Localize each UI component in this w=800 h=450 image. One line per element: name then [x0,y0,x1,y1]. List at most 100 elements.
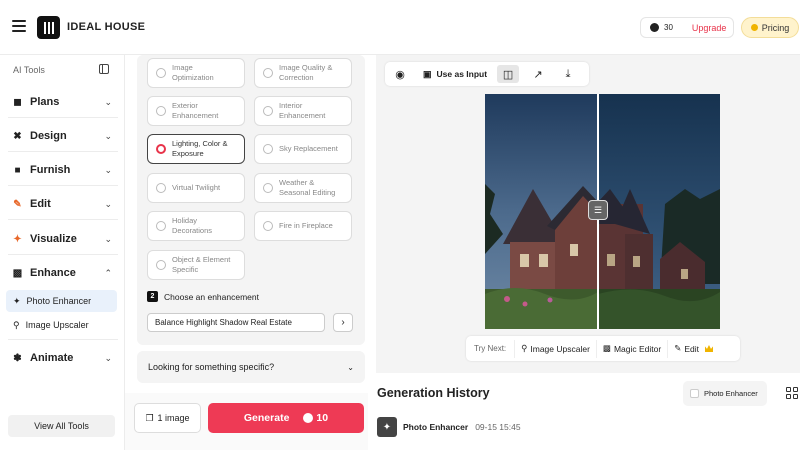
option-label: Object & Element [172,255,231,264]
diamond-icon [750,24,758,31]
try-image-upscaler-button[interactable]: ⚲ Image Upscaler [514,339,596,358]
sidebar-subitem-photo-enhancer[interactable]: ✦ Photo Enhancer [6,290,117,312]
option-object-element[interactable]: Object & Element Specific [147,250,245,280]
sidebar-subitem-image-upscaler[interactable]: ⚲ Image Upscaler [6,314,117,336]
pricing-button[interactable]: Pricing [741,17,799,38]
view-all-tools-button[interactable]: View All Tools [8,415,115,437]
eye-icon[interactable]: ◉ [389,65,411,83]
zoom-icon: ⚲ [13,319,20,330]
download-icon[interactable]: ⤓ [557,65,579,83]
brand-name: IDEAL HOUSE [67,21,146,33]
chevron-right-icon[interactable]: › [333,313,353,332]
option-label: Correction [279,73,314,82]
sidebar-item-furnish[interactable]: ■ Furnish ⌄ [12,161,112,179]
step-heading: 2 Choose an enhancement [147,291,259,302]
option-image-optimization[interactable]: Image Optimization [147,58,245,88]
magic-editor-icon: ▩ [602,343,611,353]
collapse-sidebar-icon[interactable] [99,64,109,74]
radio-button[interactable] [263,183,273,193]
option-fire-in-fireplace[interactable]: Fire in Fireplace [254,211,352,241]
option-image-quality[interactable]: Image Quality & Correction [254,58,352,88]
option-weather-seasonal[interactable]: Weather & Seasonal Editing [254,173,352,203]
divider [8,151,118,152]
upgrade-link[interactable]: Upgrade [692,23,727,33]
open-external-icon[interactable]: ↗ [527,65,549,83]
option-sky-replacement[interactable]: Sky Replacement [254,134,352,164]
option-virtual-twilight[interactable]: Virtual Twilight [147,173,245,203]
option-exterior-enhancement[interactable]: Exterior Enhancement [147,96,245,126]
try-next-bar: Try Next: ⚲ Image Upscaler ▩ Magic Edito… [466,336,740,361]
radio-button[interactable] [156,183,166,193]
sidebar-item-label: Enhance [30,267,76,279]
radio-button[interactable] [263,144,273,154]
generate-button[interactable]: Generate 10 [208,403,364,433]
option-label: Lighting, Color & [172,139,228,148]
radio-button[interactable] [156,221,166,231]
grid-view-icon[interactable] [786,387,798,399]
radio-button-selected[interactable] [156,144,166,154]
option-label: Weather & [279,178,315,187]
try-next-item-label: Magic Editor [613,343,662,354]
chevron-down-icon: ⌄ [104,352,112,363]
option-label: Enhancement [279,111,326,120]
try-magic-editor-button[interactable]: ▩ Magic Editor [595,339,667,358]
chevron-down-icon: ⌄ [104,198,112,209]
option-holiday-decorations[interactable]: Holiday Decorations [147,211,245,241]
crown-icon [704,345,713,352]
sidebar-item-label: Visualize [30,233,77,245]
enhancement-select[interactable]: Balance Highlight Shadow Real Estate [147,313,325,332]
sidebar-item-animate[interactable]: ✽ Animate ⌄ [12,349,112,367]
sidebar-item-design[interactable]: ✖ Design ⌄ [12,127,112,145]
use-as-input-label: Use as Input [436,69,488,79]
try-next-label: Try Next: [474,344,507,353]
divider [8,339,118,340]
option-label: Exposure [172,149,204,158]
enhancement-options-panel: Image Optimization Image Quality & Correct… [137,55,365,345]
radio-button[interactable] [263,221,273,231]
radio-button[interactable] [156,106,166,116]
sidebar-item-enhance[interactable]: ▩ Enhance ⌃ [12,264,112,282]
edit-icon: ✎ [13,198,22,210]
sidebar-item-plans[interactable]: ◼ Plans ⌄ [12,93,112,111]
generation-history-title: Generation History [377,386,490,400]
image-input-icon: ▣ [423,68,432,79]
radio-button[interactable] [156,68,166,78]
images-icon: ❐ [145,412,154,423]
sidebar-item-edit[interactable]: ✎ Edit ⌄ [12,195,112,213]
history-entry[interactable]: ✦ Photo Enhancer 09-15 15:45 [377,417,521,437]
option-label: Image [172,63,193,72]
credits-badge[interactable]: 30 Upgrade [640,17,734,38]
option-label: Optimization [172,73,214,82]
radio-button[interactable] [263,68,273,78]
menu-icon[interactable] [12,20,26,32]
option-label: Virtual Twilight [172,183,221,192]
magic-wand-icon: ✦ [13,295,21,306]
option-label: Enhancement [172,111,219,120]
checkbox[interactable] [690,389,699,398]
option-label: Exterior [172,101,198,110]
image-count-label: 1 image [157,413,190,423]
try-next-item-label: Edit [684,343,699,354]
compare-icon[interactable]: ◫ [497,65,520,83]
compare-slider-handle[interactable]: ☰ [588,200,608,220]
radio-button[interactable] [156,260,166,270]
animate-icon: ✽ [13,352,22,364]
magic-wand-icon: ✦ [377,417,397,437]
credits-count: 30 [664,23,673,32]
sidebar-item-visualize[interactable]: ✦ Visualize ⌄ [12,230,112,248]
option-label: Seasonal Editing [279,188,336,197]
enhance-icon: ▩ [12,267,23,279]
history-filter-photo-enhancer[interactable]: Photo Enhancer [683,381,767,406]
looking-for-something-dropdown[interactable]: Looking for something specific? ⌄ [137,351,365,383]
option-interior-enhancement[interactable]: Interior Enhancement [254,96,352,126]
try-edit-button[interactable]: ✎ Edit [667,339,719,358]
sidebar: AI Tools ◼ Plans ⌄ ✖ Design ⌄ ■ Furnish … [0,55,125,450]
chevron-up-icon: ⌃ [104,267,112,278]
image-count-button[interactable]: ❐ 1 image [134,403,201,433]
radio-button[interactable] [263,106,273,116]
history-entry-name: Photo Enhancer [403,422,469,432]
logo[interactable] [37,16,60,39]
chevron-down-icon: ⌄ [104,130,112,141]
use-as-input-button[interactable]: ▣ Use as Input [419,65,491,83]
option-lighting-color-exposure[interactable]: Lighting, Color & Exposure [147,134,245,164]
